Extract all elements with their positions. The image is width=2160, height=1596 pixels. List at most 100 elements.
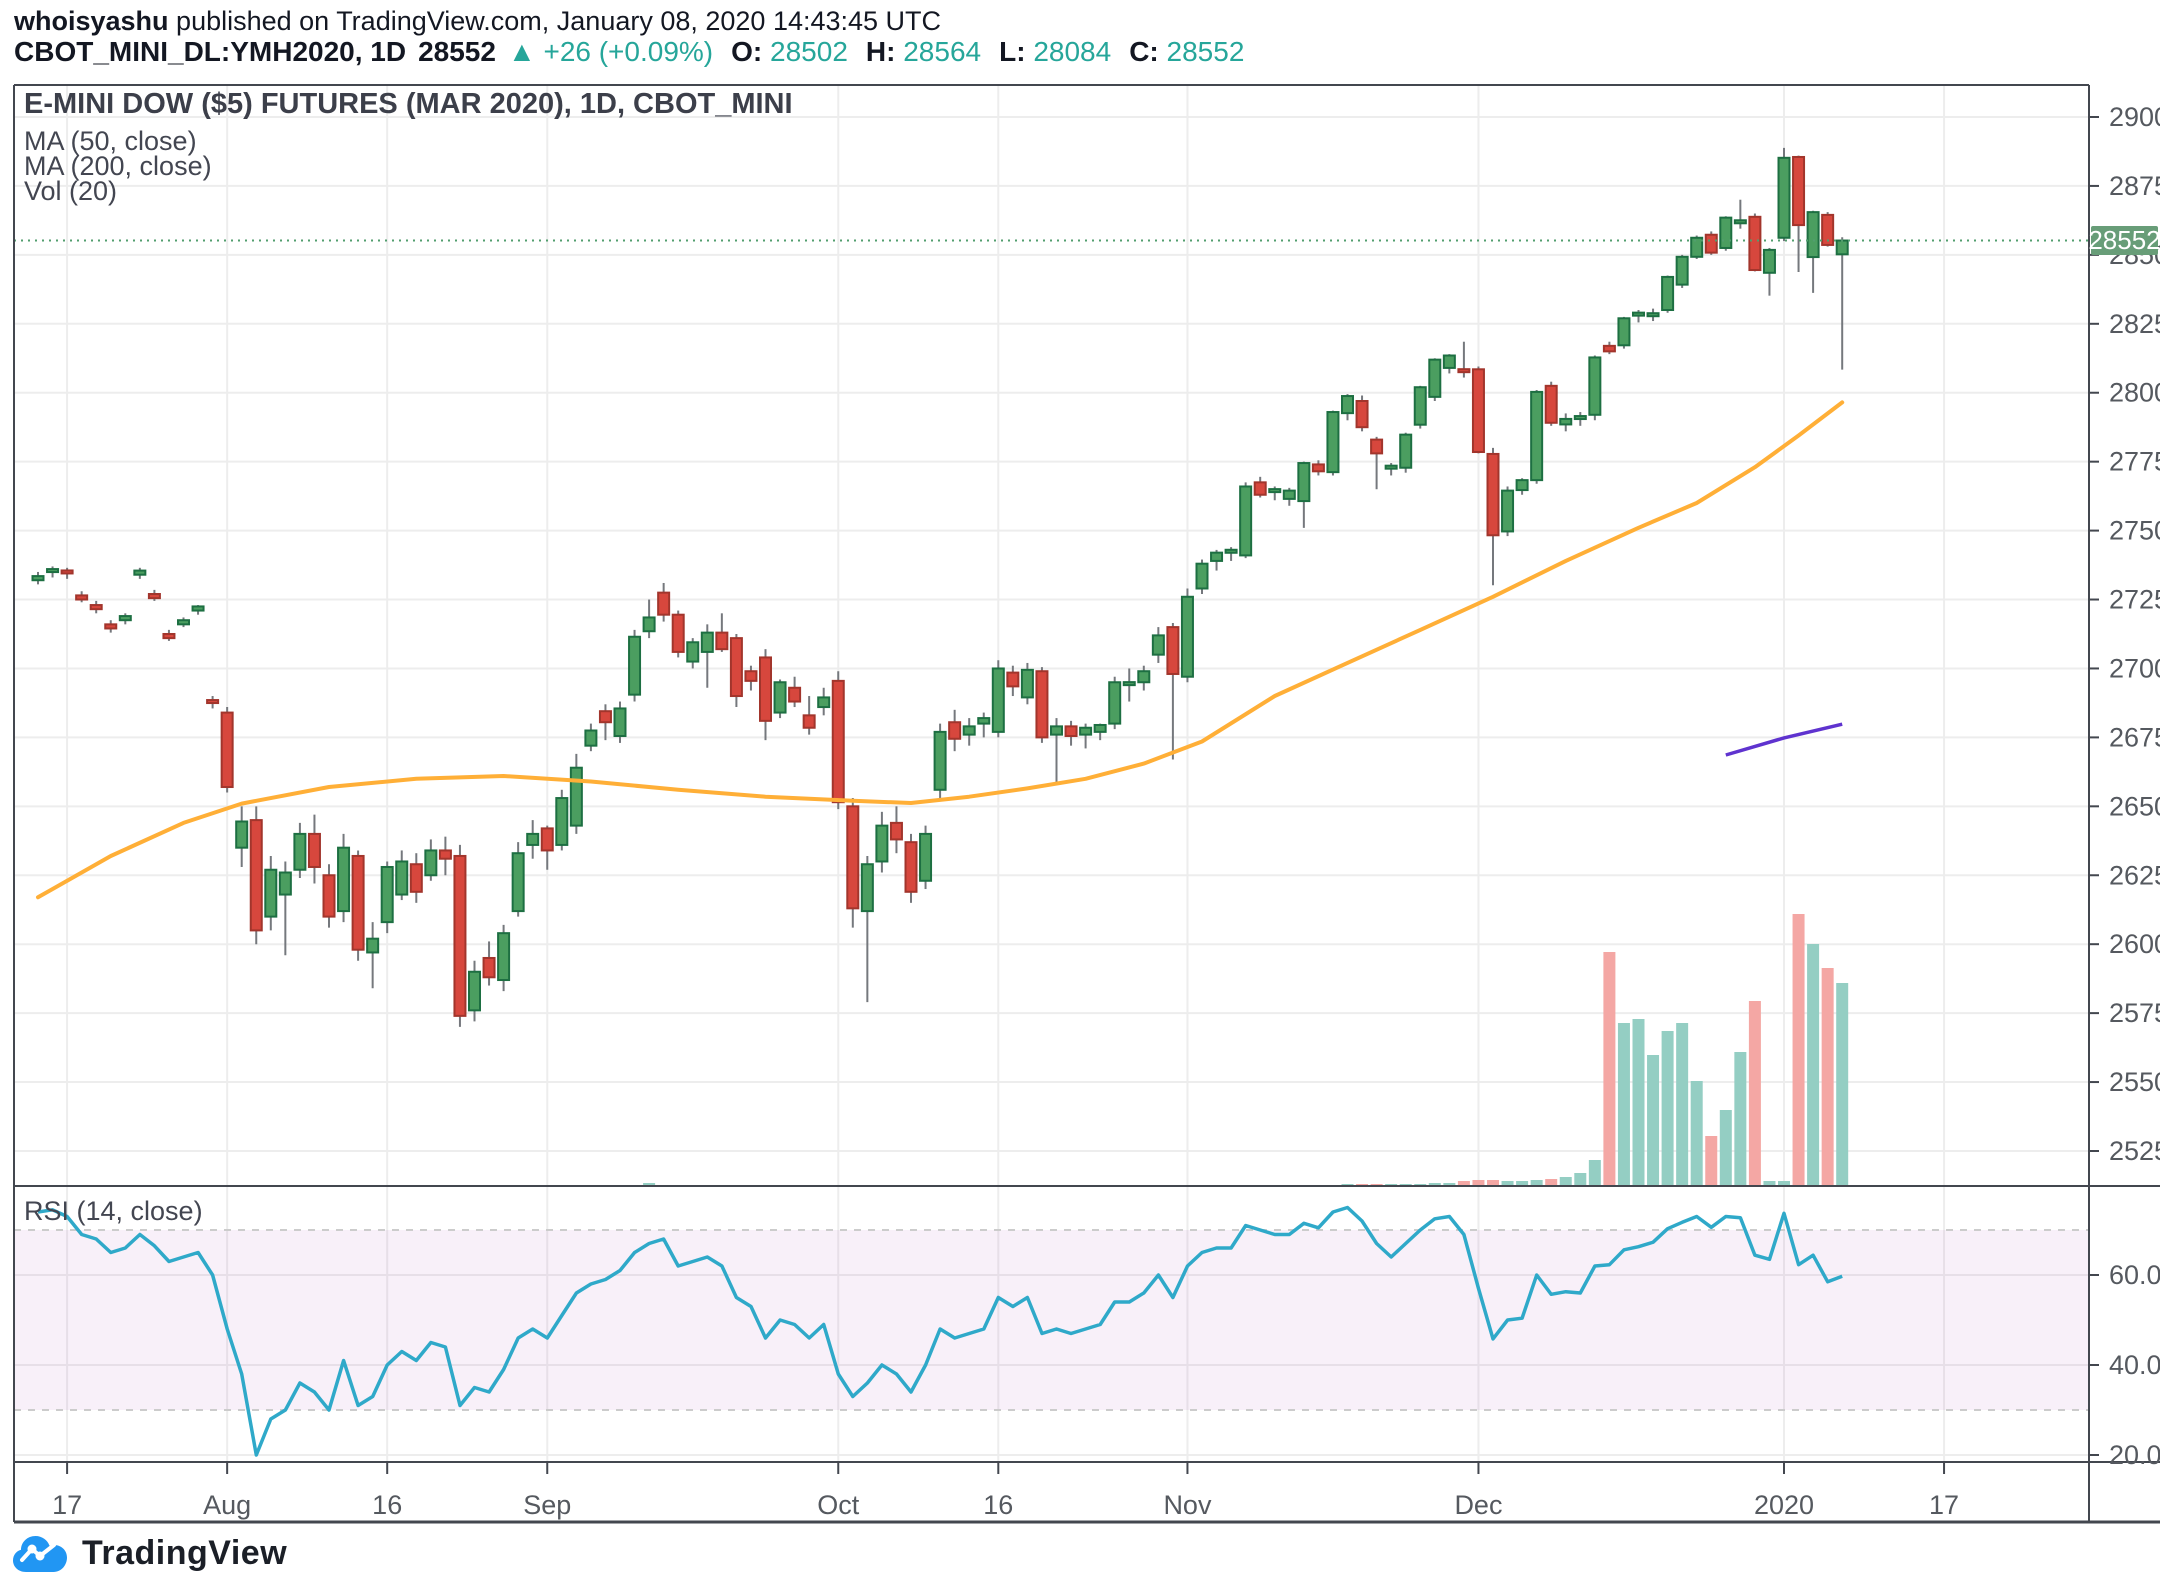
candle-body bbox=[353, 856, 364, 950]
candle-body bbox=[47, 569, 58, 572]
candle-body bbox=[1240, 486, 1251, 555]
candle-body bbox=[993, 668, 1004, 731]
candle-body bbox=[1749, 217, 1760, 270]
price-axis-label: 25500 bbox=[2109, 1067, 2160, 1097]
candle-body bbox=[1720, 218, 1731, 248]
candle-body bbox=[1546, 386, 1557, 423]
volume-bar bbox=[1385, 1184, 1397, 1185]
candle-body bbox=[702, 633, 713, 652]
candle-body bbox=[1735, 220, 1746, 223]
candle-body bbox=[236, 821, 247, 847]
candle-body bbox=[1182, 597, 1193, 677]
volume-bar bbox=[1807, 944, 1819, 1185]
volume-bar bbox=[1618, 1023, 1630, 1185]
candle-body bbox=[1618, 318, 1629, 345]
candle-body bbox=[309, 834, 320, 867]
candle-body bbox=[1051, 726, 1062, 734]
candle-body bbox=[498, 933, 509, 980]
price-axis-label: 25750 bbox=[2109, 998, 2160, 1028]
candle-body bbox=[658, 593, 669, 615]
candle-body bbox=[1124, 682, 1135, 685]
candle-body bbox=[149, 594, 160, 598]
candle-body bbox=[207, 700, 218, 703]
candlestick-series bbox=[33, 148, 1848, 1027]
volume-bar bbox=[1676, 1023, 1688, 1185]
time-axis-label: 2020 bbox=[1754, 1490, 1814, 1520]
candle-body bbox=[1837, 241, 1848, 255]
price-axis-label: 27250 bbox=[2109, 585, 2160, 615]
volume-bar bbox=[1429, 1183, 1441, 1185]
volume-bar bbox=[1545, 1179, 1557, 1185]
candle-body bbox=[1007, 673, 1018, 687]
candle-body bbox=[1066, 726, 1077, 736]
price-axis-label: 25250 bbox=[2109, 1136, 2160, 1166]
volume-bar bbox=[1516, 1181, 1528, 1185]
candle-body bbox=[251, 820, 262, 930]
tradingview-logo-icon bbox=[12, 1532, 68, 1574]
candle-body bbox=[367, 939, 378, 953]
candle-body bbox=[1473, 369, 1484, 452]
candle-body bbox=[571, 768, 582, 826]
publisher-name: whoisyashu bbox=[14, 6, 169, 36]
candle-body bbox=[1488, 454, 1499, 535]
volume-bar bbox=[1371, 1184, 1383, 1185]
candle-body bbox=[338, 848, 349, 911]
tradingview-logo[interactable]: TradingView bbox=[12, 1532, 287, 1574]
price-axis-label: 26000 bbox=[2109, 929, 2160, 959]
candle-body bbox=[1080, 728, 1091, 735]
volume-bar bbox=[1342, 1184, 1354, 1185]
candle-body bbox=[484, 958, 495, 977]
candle-body bbox=[91, 605, 102, 609]
volume-bar bbox=[1749, 1001, 1761, 1185]
volume-series bbox=[643, 914, 1848, 1185]
volume-bar bbox=[1720, 1110, 1732, 1185]
chart-canvas[interactable]: 2900028750285002825028000277502750027250… bbox=[0, 0, 2160, 1596]
price-axis-label: 26250 bbox=[2109, 860, 2160, 890]
candle-body bbox=[542, 828, 553, 850]
legend-item-volume[interactable]: Vol (20) bbox=[24, 176, 117, 207]
current-price-badge: 28552 bbox=[2091, 226, 2158, 255]
candle-body bbox=[1808, 212, 1819, 257]
candle-body bbox=[1211, 553, 1222, 561]
candle-body bbox=[1677, 257, 1688, 285]
volume-bar bbox=[1763, 1181, 1775, 1185]
legend-item-rsi[interactable]: RSI (14, close) bbox=[24, 1196, 203, 1227]
candle-body bbox=[862, 864, 873, 911]
candle-body bbox=[760, 657, 771, 720]
candle-body bbox=[600, 711, 611, 722]
candle-body bbox=[1560, 419, 1571, 425]
volume-bar bbox=[1502, 1181, 1514, 1185]
published-byline: whoisyashu published on TradingView.com,… bbox=[14, 6, 941, 37]
tradingview-logo-text: TradingView bbox=[82, 1534, 287, 1573]
price-change: ▲ +26 (+0.09%) bbox=[508, 36, 713, 68]
candle-body bbox=[673, 615, 684, 652]
candle-body bbox=[425, 850, 436, 875]
candle-body bbox=[687, 642, 698, 661]
time-axis-label: Sep bbox=[523, 1490, 571, 1520]
price-axis-label: 28750 bbox=[2109, 171, 2160, 201]
volume-bar bbox=[1662, 1031, 1674, 1185]
candle-body bbox=[1531, 392, 1542, 480]
candle-body bbox=[920, 834, 931, 881]
candle-body bbox=[1022, 670, 1033, 698]
candle-body bbox=[1255, 482, 1266, 494]
candle-body bbox=[789, 688, 800, 702]
low-stat: L: 28084 bbox=[993, 36, 1111, 68]
candle-body bbox=[1036, 671, 1047, 737]
candle-body bbox=[527, 834, 538, 845]
candle-body bbox=[280, 873, 291, 895]
ma50-line bbox=[38, 402, 1842, 897]
candle-body bbox=[469, 972, 480, 1011]
time-axis-label: Nov bbox=[1163, 1490, 1212, 1520]
candle-body bbox=[1458, 369, 1469, 372]
candle-body bbox=[265, 870, 276, 917]
candle-body bbox=[891, 823, 902, 840]
candle-body bbox=[585, 730, 596, 745]
time-axis-label: 17 bbox=[52, 1490, 82, 1520]
rsi-axis-label: 20.00 bbox=[2109, 1440, 2160, 1470]
rsi-band bbox=[14, 1230, 2089, 1410]
chart-title: E-MINI DOW ($5) FUTURES (MAR 2020), 1D, … bbox=[24, 88, 793, 121]
price-axis-label: 28000 bbox=[2109, 378, 2160, 408]
candle-body bbox=[1298, 463, 1309, 501]
candle-body bbox=[134, 571, 145, 575]
